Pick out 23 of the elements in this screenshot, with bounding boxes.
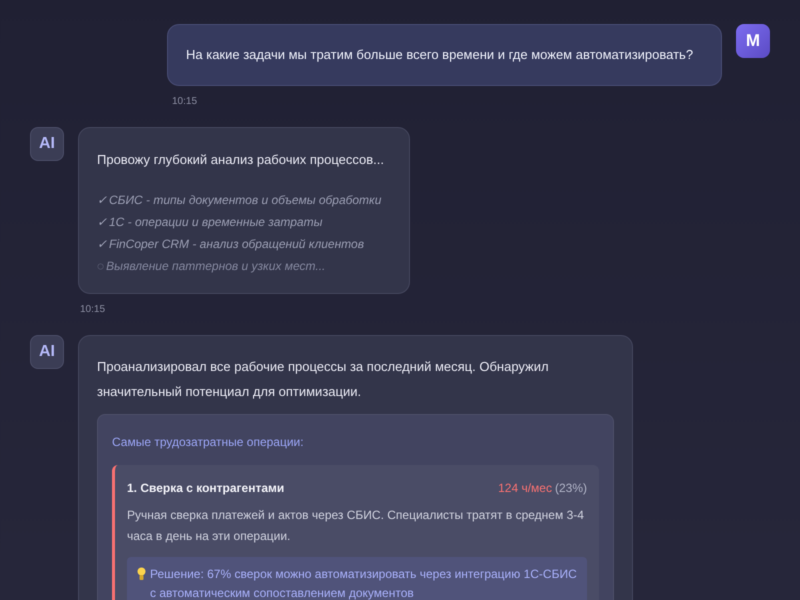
message-text: На какие задачи мы тратим больше всего времени и где можем автоматизировать? [186,46,694,64]
message-text: Провожу глубокий анализ рабочих процессов... [97,150,385,169]
check-mark: ✓ [97,236,107,253]
message-text: Проанализировал все рабочие процессы за последний месяц. Обнаружил значительный потенциал для оптимизации. [97,358,550,401]
step-text: 1С - операции и временные затраты [109,214,322,231]
share-value: (23%) [554,480,587,497]
message-time: 10:15 [80,303,106,317]
user-avatar: M [736,24,770,58]
operation-title: 1. Сверка с контрагентами [127,480,284,497]
check-mark: ✓ [97,214,107,231]
step-text: FinCoper CRM - анализ обращений клиентов [109,236,364,253]
assistant-avatar: AI [30,126,64,160]
pending-mark: ◌ [97,258,104,275]
step-text: Выявление паттернов и узких мест... [106,258,326,275]
lightbulb-icon [137,567,146,581]
operation-description: Ручная сверка платежей и актов через СБИС. Специалисты тратят в среднем 3-4 часа в день на эти операции. [127,507,585,545]
check-mark: ✓ [97,192,107,209]
card-heading: Самые трудозатратные операции: [112,434,305,451]
step-text: СБИС - типы документов и объемы обработки [109,192,382,209]
assistant-avatar: AI [30,335,64,369]
message-time: 10:15 [172,94,198,108]
hours-value: 124 ч/мес [498,480,552,497]
solution-text: Решение: 67% сверок можно автоматизировать через интеграцию 1С-СБИС с автоматическим сопоставлением документов [150,566,577,600]
